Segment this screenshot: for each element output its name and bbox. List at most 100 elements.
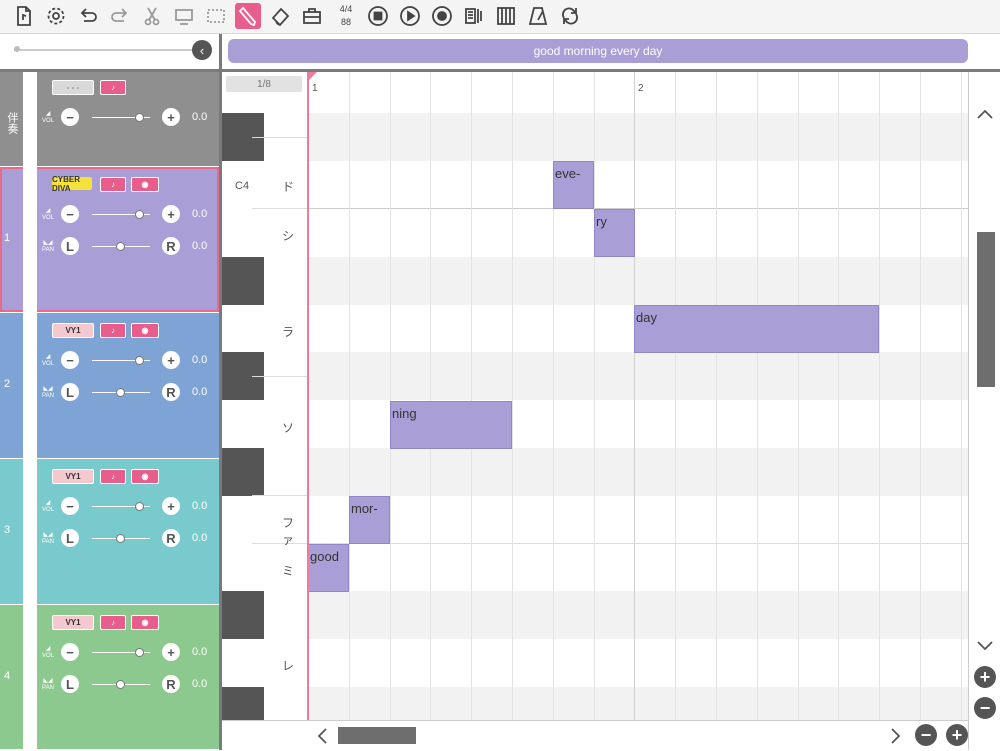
scissors-icon[interactable] [139, 3, 165, 29]
playhead-marker[interactable] [307, 72, 317, 82]
visibility-button[interactable]: ◉ [131, 177, 159, 192]
volume-minus-button[interactable]: − [61, 351, 79, 369]
piano-keyboard[interactable]: ドシラソファミレ [222, 72, 308, 720]
beat-line [920, 72, 921, 720]
volume-slider-knob[interactable] [135, 648, 144, 657]
note-button[interactable]: ♪ [100, 323, 126, 338]
note-ry[interactable]: ry [594, 209, 635, 257]
note-good[interactable]: good [308, 544, 349, 592]
pan-right-button[interactable]: R [162, 529, 180, 547]
time-signature-tempo[interactable]: 4/4 88 [334, 3, 358, 29]
black-key[interactable] [222, 591, 264, 639]
note-ning[interactable]: ning [390, 401, 512, 449]
lyric-bar[interactable]: good morning every day [228, 39, 968, 63]
pan-slider-knob[interactable] [116, 388, 125, 397]
collapse-tracks-button[interactable]: ‹ [192, 40, 212, 60]
visibility-button[interactable]: ◉ [131, 469, 159, 484]
volume-plus-button[interactable]: + [162, 497, 180, 515]
piano-keys-icon[interactable] [493, 3, 519, 29]
loop-icon[interactable] [557, 3, 583, 29]
track-accompaniment[interactable]: 伴奏 - - - ♪ ◢ VOL − + 0.0 [0, 72, 219, 167]
singer-tag[interactable]: VY1 [52, 323, 94, 338]
volume-slider-knob[interactable] [135, 502, 144, 511]
grid-division[interactable]: 1/8 [226, 76, 302, 92]
visibility-button[interactable]: ◉ [131, 615, 159, 630]
stop-icon[interactable] [365, 3, 391, 29]
track-3[interactable]: 3 VY1 ♪ ◉ ◢ VOL − + 0.0 ◣◢ PAN L R 0.0 [0, 459, 219, 605]
scroll-right-button[interactable] [883, 726, 909, 746]
pan-left-button[interactable]: L [61, 383, 79, 401]
undo-icon[interactable] [75, 3, 101, 29]
key-label: ラ [282, 325, 295, 339]
volume-minus-button[interactable]: − [61, 108, 79, 126]
note-button[interactable]: ♪ [100, 615, 126, 630]
scroll-down-button[interactable] [970, 636, 1000, 656]
volume-minus-button[interactable]: − [61, 205, 79, 223]
metronome-list-icon[interactable] [461, 3, 487, 29]
volume-plus-button[interactable]: + [162, 205, 180, 223]
volume-plus-button[interactable]: + [162, 643, 180, 661]
volume-slider-knob[interactable] [135, 356, 144, 365]
volume-slider-knob[interactable] [135, 210, 144, 219]
note-day[interactable]: day [634, 305, 879, 353]
scroll-left-button[interactable] [309, 726, 335, 746]
volume-value: 0.0 [192, 208, 208, 220]
black-key[interactable] [222, 448, 264, 496]
pan-slider-knob[interactable] [116, 680, 125, 689]
volume-minus-button[interactable]: − [61, 497, 79, 515]
track-4[interactable]: 4 VY1 ♪ ◉ ◢ VOL − + 0.0 ◣◢ PAN L R 0.0 [0, 605, 219, 750]
pan-slider-knob[interactable] [116, 242, 125, 251]
pan-slider-knob[interactable] [116, 534, 125, 543]
note-button[interactable]: ♪ [100, 469, 126, 484]
zoom-in-horizontal-button[interactable]: + [946, 724, 968, 746]
track-width-slider-knob[interactable] [14, 46, 20, 52]
new-file-icon[interactable] [11, 3, 37, 29]
vertical-scrollbar-thumb[interactable] [977, 232, 995, 387]
pan-row: ◣◢ PAN L R 0.0 [40, 383, 215, 403]
note-mor[interactable]: mor- [349, 496, 390, 544]
select-dashed-icon[interactable] [203, 3, 229, 29]
horizontal-scrollbar-thumb[interactable] [338, 727, 416, 744]
volume-icon: ◢ [45, 208, 51, 214]
pan-label-text: PAN [42, 539, 54, 545]
singer-tag[interactable]: - - - [52, 80, 94, 95]
volume-plus-button[interactable]: + [162, 351, 180, 369]
track-number: 3 [4, 524, 11, 536]
scroll-up-button[interactable] [970, 104, 1000, 124]
toolbox-icon[interactable] [299, 3, 325, 29]
pan-right-button[interactable]: R [162, 237, 180, 255]
pan-right-button[interactable]: R [162, 675, 180, 693]
track-2[interactable]: 2 VY1 ♪ ◉ ◢ VOL − + 0.0 ◣◢ PAN L R 0.0 [0, 313, 219, 459]
pan-right-button[interactable]: R [162, 383, 180, 401]
eraser-icon[interactable] [267, 3, 293, 29]
zoom-out-horizontal-button[interactable]: − [915, 724, 937, 746]
singer-tag[interactable]: CYBER DIVA [52, 175, 92, 193]
pan-left-button[interactable]: L [61, 237, 79, 255]
note-eve[interactable]: eve- [553, 161, 594, 209]
track-width-slider[interactable] [14, 49, 192, 51]
visibility-button[interactable]: ◉ [131, 323, 159, 338]
select-screen-icon[interactable] [171, 3, 197, 29]
singer-tag[interactable]: VY1 [52, 469, 94, 484]
note-button[interactable]: ♪ [100, 177, 126, 192]
volume-slider-knob[interactable] [135, 113, 144, 122]
pan-left-button[interactable]: L [61, 529, 79, 547]
zoom-out-vertical-button[interactable]: − [974, 697, 996, 719]
settings-icon[interactable] [43, 3, 69, 29]
piano-roll-grid[interactable]: 1 2 good mor-ning eve-ry day [308, 72, 968, 720]
note-button[interactable]: ♪ [100, 80, 126, 95]
black-key[interactable] [222, 257, 264, 305]
pencil-icon[interactable] [235, 3, 261, 29]
record-icon[interactable] [429, 3, 455, 29]
singer-tag[interactable]: VY1 [52, 615, 94, 630]
metronome-icon[interactable] [525, 3, 551, 29]
redo-icon[interactable] [107, 3, 133, 29]
pan-left-button[interactable]: L [61, 675, 79, 693]
play-icon[interactable] [397, 3, 423, 29]
track-1[interactable]: 1 CYBER DIVA ♪ ◉ ◢ VOL − + 0.0 ◣◢ PAN L R … [0, 167, 219, 313]
volume-plus-button[interactable]: + [162, 108, 180, 126]
black-key[interactable] [222, 687, 264, 720]
zoom-in-vertical-button[interactable]: + [974, 666, 996, 688]
volume-minus-button[interactable]: − [61, 643, 79, 661]
beat-line [430, 72, 431, 720]
